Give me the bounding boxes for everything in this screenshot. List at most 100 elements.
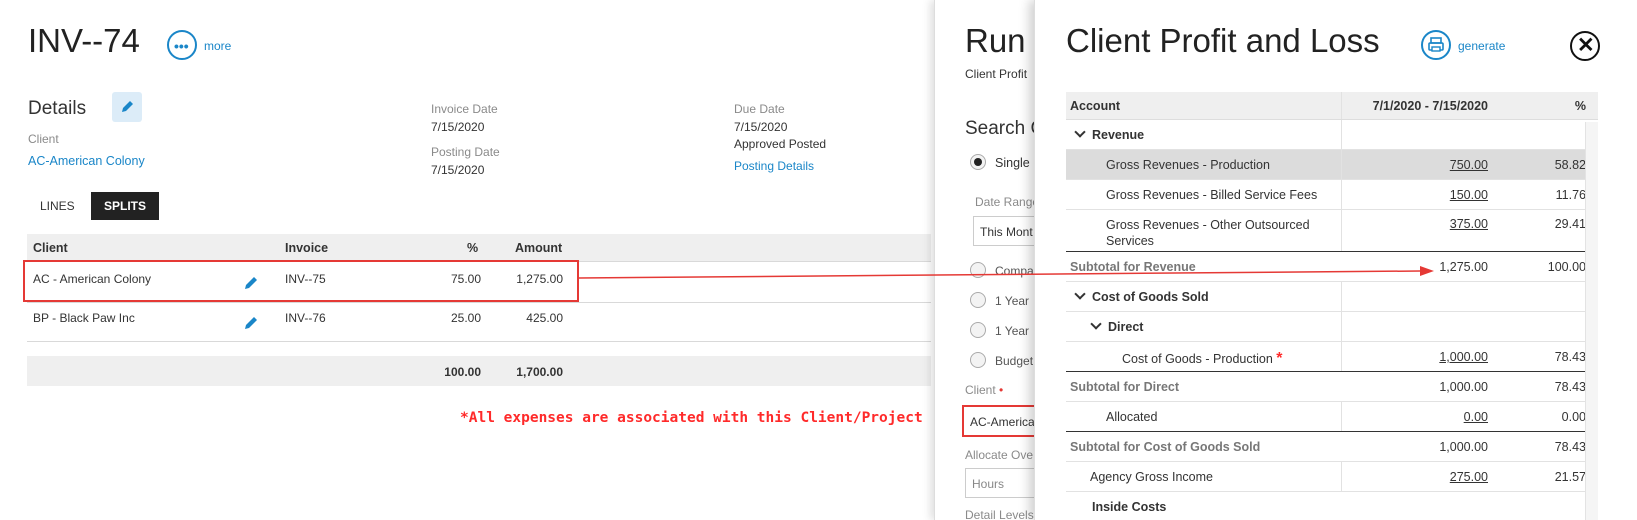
single-radio[interactable] xyxy=(970,154,986,170)
pl-row-group[interactable]: Revenue xyxy=(1066,120,1598,150)
row-amount: 425.00 xyxy=(526,311,563,325)
row-invoice: INV--76 xyxy=(285,311,326,325)
option-label: 1 Year xyxy=(995,294,1030,308)
invoice-date-label: Invoice Date xyxy=(431,102,498,116)
generate-button[interactable] xyxy=(1421,30,1451,60)
total-amount: 1,700.00 xyxy=(516,365,563,379)
pencil-icon xyxy=(122,101,133,112)
column-divider xyxy=(1341,150,1342,179)
tab-splits[interactable]: SPLITS xyxy=(91,192,160,220)
pl-title: Client Profit and Loss xyxy=(1066,22,1380,59)
details-heading: Details xyxy=(28,98,87,119)
subtotal-pct: 100.00 xyxy=(1547,260,1586,274)
pl-row-group[interactable]: Cost of Goods Sold xyxy=(1066,282,1598,312)
close-button[interactable]: ✕ xyxy=(1570,31,1600,61)
subtotal-pct: 78.43 xyxy=(1554,380,1586,394)
more-button[interactable]: ••• xyxy=(167,30,197,60)
single-label: Single I xyxy=(995,156,1037,170)
account-amount[interactable]: 375.00 xyxy=(1450,217,1488,231)
date-range-value: This Mont xyxy=(980,225,1033,239)
col-client: Client xyxy=(33,241,68,255)
account-pct: 21.57 xyxy=(1554,470,1586,484)
account-label: Cost of Goods - Production * xyxy=(1122,350,1283,367)
group-label: Cost of Goods Sold xyxy=(1074,288,1209,304)
tab-lines[interactable]: LINES xyxy=(27,192,88,220)
account-amount[interactable]: 750.00 xyxy=(1450,158,1488,172)
option-label: Compa xyxy=(995,264,1034,278)
edit-row-icon[interactable] xyxy=(243,315,259,331)
col-amount: Amount xyxy=(515,241,563,255)
pl-subtotal-row: Subtotal for Cost of Goods Sold 1,000.00… xyxy=(1066,432,1598,462)
subtotal-label: Subtotal for Cost of Goods Sold xyxy=(1070,440,1261,454)
search-heading: Search C xyxy=(965,118,1045,139)
pl-row-group[interactable]: Inside Costs xyxy=(1066,492,1598,520)
account-amount[interactable]: 275.00 xyxy=(1450,470,1488,484)
total-pct: 100.00 xyxy=(444,365,481,379)
account-pct: 78.43 xyxy=(1554,350,1586,364)
column-divider xyxy=(1341,312,1342,341)
subtotal-amount: 1,275.00 xyxy=(1439,260,1488,274)
subtotal-label: Subtotal for Direct xyxy=(1070,380,1180,394)
group-label: Direct xyxy=(1090,318,1143,334)
highlight-box xyxy=(23,260,579,302)
more-link[interactable]: more xyxy=(204,39,231,53)
invoice-date-value: 7/15/2020 xyxy=(431,120,485,134)
pl-row[interactable]: Allocated 0.00 0.00 xyxy=(1066,402,1598,432)
date-range-label: Date Range xyxy=(975,195,1040,209)
row-client: BP - Black Paw Inc xyxy=(33,311,135,325)
pl-row[interactable]: Agency Gross Income 275.00 21.57 xyxy=(1066,462,1598,492)
year-radio[interactable] xyxy=(970,292,986,308)
client-field-label-text: Client xyxy=(965,383,996,397)
table-header: Client Invoice % Amount xyxy=(27,234,931,262)
account-pct: 11.76 xyxy=(1555,188,1586,202)
column-divider xyxy=(1341,210,1342,251)
chevron-down-icon xyxy=(1074,126,1086,138)
due-date-value: 7/15/2020 xyxy=(734,120,788,134)
column-divider xyxy=(1341,180,1342,209)
pl-subtotal-row: Subtotal for Revenue 1,275.00 100.00 xyxy=(1066,252,1598,282)
printer-icon xyxy=(1428,37,1444,52)
required-dot: • xyxy=(999,383,1004,397)
date-range-select[interactable]: This Mont xyxy=(973,216,1043,246)
col-invoice: Invoice xyxy=(285,241,329,255)
column-divider xyxy=(1341,402,1342,431)
account-label: Gross Revenues - Billed Service Fees xyxy=(1106,188,1318,202)
account-pct: 58.82 xyxy=(1554,158,1586,172)
close-icon: ✕ xyxy=(1577,34,1595,57)
budget-radio[interactable] xyxy=(970,352,986,368)
pl-row[interactable]: Cost of Goods - Production * 1,000.00 78… xyxy=(1066,342,1598,372)
subtotal-amount: 1,000.00 xyxy=(1439,440,1488,454)
table-row[interactable]: BP - Black Paw Inc INV--76 25.00 425.00 xyxy=(27,303,931,342)
col-period: 7/1/2020 - 7/15/2020 xyxy=(1372,99,1488,113)
account-label: Allocated xyxy=(1106,410,1158,424)
edit-details-button[interactable] xyxy=(112,92,142,122)
allocate-select[interactable]: Hours xyxy=(965,468,1043,498)
row-pct: 25.00 xyxy=(450,311,481,325)
invoice-title: INV--74 xyxy=(28,22,140,59)
compare-radio[interactable] xyxy=(970,262,986,278)
posting-date-value: 7/15/2020 xyxy=(431,163,485,177)
group-label: Inside Costs xyxy=(1092,500,1167,514)
run-title: Run xyxy=(965,22,1026,59)
client-select[interactable]: AC-America xyxy=(962,405,1042,437)
pl-row-group[interactable]: Direct xyxy=(1066,312,1598,342)
client-link[interactable]: AC-American Colony xyxy=(28,154,145,168)
account-amount[interactable]: 150.00 xyxy=(1450,188,1488,202)
year-radio[interactable] xyxy=(970,322,986,338)
posting-details-link[interactable]: Posting Details xyxy=(734,159,814,173)
due-date-label: Due Date xyxy=(734,102,785,116)
chevron-down-icon xyxy=(1090,318,1102,330)
generate-link[interactable]: generate xyxy=(1458,39,1505,53)
detail-levels-label: Detail Levels xyxy=(965,508,1034,520)
column-divider xyxy=(1341,342,1342,371)
option-label: 1 Year xyxy=(995,324,1030,338)
pl-row[interactable]: Gross Revenues - Billed Service Fees 150… xyxy=(1066,180,1598,210)
account-amount[interactable]: 0.00 xyxy=(1464,410,1488,424)
option-label: Budget xyxy=(995,354,1034,368)
pl-row[interactable]: Gross Revenues - Other Outsourced Servic… xyxy=(1066,210,1598,252)
account-label: Gross Revenues - Other Outsourced Servic… xyxy=(1106,218,1310,248)
pl-row[interactable]: Gross Revenues - Production 750.00 58.82 xyxy=(1066,150,1598,180)
scrollbar[interactable] xyxy=(1585,122,1598,520)
client-label: Client xyxy=(28,132,59,146)
account-amount[interactable]: 1,000.00 xyxy=(1439,350,1488,364)
